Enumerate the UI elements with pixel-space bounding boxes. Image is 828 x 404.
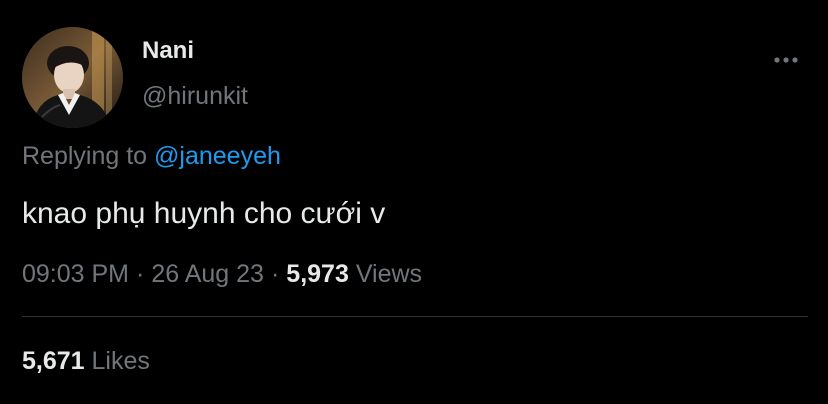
author-handle[interactable]: @hirunkit [142, 81, 248, 111]
meta-separator: · [270, 260, 280, 288]
replying-to-label: Replying to [22, 142, 148, 170]
profile-photo-icon [22, 27, 123, 128]
views-count: 5,973 [286, 260, 349, 288]
likes-stat[interactable]: 5,671 Likes [22, 346, 150, 376]
author-display-name[interactable]: Nani [142, 37, 194, 65]
more-options-button[interactable] [772, 50, 800, 70]
more-dots-icon [774, 57, 798, 63]
tweet-meta: 09:03 PM · 26 Aug 23 · 5,973 Views [22, 259, 422, 289]
tweet-date[interactable]: 26 Aug 23 [151, 260, 264, 288]
tweet-time[interactable]: 09:03 PM [22, 260, 129, 288]
likes-count: 5,671 [22, 347, 85, 375]
views-label: Views [355, 260, 423, 288]
reply-mention-link[interactable]: @janeeyeh [154, 142, 281, 170]
tweet-text: knao phụ huynh cho cưới v [22, 197, 386, 230]
avatar[interactable] [22, 27, 123, 128]
likes-label: Likes [91, 347, 150, 375]
meta-separator: · [136, 260, 145, 288]
divider [22, 316, 808, 317]
replying-to-line: Replying to @janeeyeh [22, 141, 281, 171]
